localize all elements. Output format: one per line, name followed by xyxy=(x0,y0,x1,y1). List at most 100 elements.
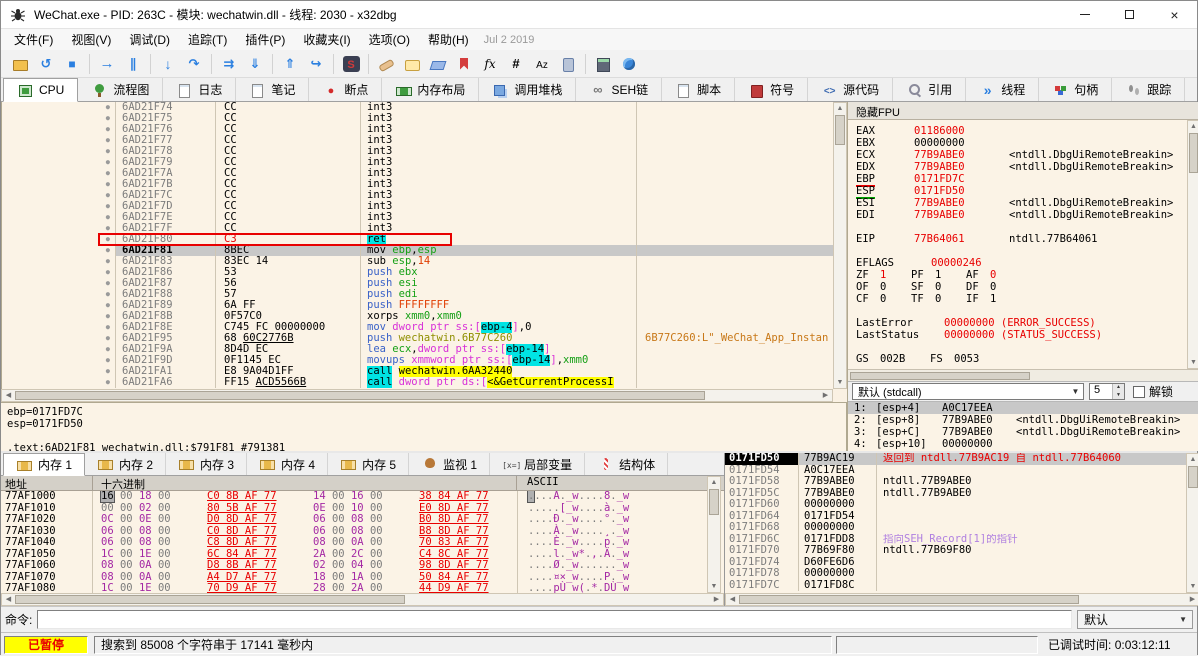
register-row[interactable]: OF0SF0DF0 xyxy=(848,281,1187,293)
bookmark-button[interactable] xyxy=(451,53,477,75)
breakpoint-dot-icon[interactable]: ● xyxy=(2,168,116,179)
stack-row[interactable]: 0171FD5877B9ABE0ntdll.77B9ABE0 xyxy=(725,476,1186,488)
tab-dump-3[interactable]: 内存 3 xyxy=(166,453,247,475)
menu-item-O[interactable]: 选项(O) xyxy=(360,31,419,49)
stack-row[interactable]: 0171FD6000000000 xyxy=(725,499,1186,511)
tab-locals[interactable]: 局部变量 xyxy=(490,453,585,475)
register-row[interactable]: EDI77B9ABE0<ntdll.DbgUiRemoteBreakin> xyxy=(848,209,1187,221)
breakpoint-dot-icon[interactable]: ● xyxy=(2,201,116,212)
register-row[interactable]: ECX77B9ABE0<ntdll.DbgUiRemoteBreakin> xyxy=(848,149,1187,161)
maximize-button[interactable] xyxy=(1107,1,1152,28)
hide-fpu-button[interactable]: 隐藏FPU xyxy=(848,102,1198,120)
stack-vscrollbar[interactable]: ▲ ▼ xyxy=(1186,453,1198,593)
tab-notes[interactable]: 笔记 xyxy=(236,78,309,101)
breakpoint-dot-icon[interactable]: ● xyxy=(2,245,116,256)
breakpoint-dot-icon[interactable]: ● xyxy=(2,267,116,278)
disassembly-vscrollbar[interactable]: ▲ ▼ xyxy=(833,102,847,389)
breakpoint-dot-icon[interactable]: ● xyxy=(2,333,116,344)
stack-row[interactable]: 0171FD640171FD54 xyxy=(725,511,1186,523)
stack-row[interactable]: 0171FD54A0C17EEA xyxy=(725,465,1186,477)
spin-up-icon[interactable]: ▲ xyxy=(1113,384,1124,392)
tab-script[interactable]: 脚本 xyxy=(662,78,735,101)
breakpoint-dot-icon[interactable]: ● xyxy=(2,212,116,223)
breakpoint-dot-icon[interactable]: ● xyxy=(2,366,116,377)
breakpoint-dot-icon[interactable]: ● xyxy=(2,223,116,234)
run-button[interactable] xyxy=(94,53,120,75)
breakpoint-dot-icon[interactable]: ● xyxy=(2,135,116,146)
step-over-button[interactable] xyxy=(181,53,207,75)
minimize-button[interactable] xyxy=(1062,1,1107,28)
tab-memory-map[interactable]: 内存布局 xyxy=(382,78,479,101)
calling-convention-select[interactable]: 默认 (stdcall) ▼ xyxy=(852,383,1084,400)
tab-trace[interactable]: 跟踪 xyxy=(1112,78,1185,101)
breakpoint-dot-icon[interactable]: ● xyxy=(2,355,116,366)
breakpoint-dot-icon[interactable]: ● xyxy=(2,146,116,157)
register-row[interactable] xyxy=(848,305,1187,317)
dump-hscrollbar[interactable]: ◀ ▶ xyxy=(1,593,724,606)
tab-symbols[interactable]: 符号 xyxy=(735,78,808,101)
attach-button[interactable] xyxy=(555,53,581,75)
breakpoint-dot-icon[interactable]: ● xyxy=(2,124,116,135)
breakpoint-dot-icon[interactable]: ● xyxy=(2,300,116,311)
stack-row[interactable]: 0171FD7C0171FD8C xyxy=(725,580,1186,592)
close-button[interactable]: × xyxy=(1152,1,1197,28)
breakpoint-dot-icon[interactable]: ● xyxy=(2,179,116,190)
breakpoint-dot-icon[interactable]: ● xyxy=(2,377,116,388)
register-row[interactable]: LastError00000000 (ERROR_SUCCESS) xyxy=(848,317,1187,329)
strings-button[interactable] xyxy=(529,53,555,75)
menu-item-H[interactable]: 帮助(H) xyxy=(419,31,478,49)
breakpoint-dot-icon[interactable]: ● xyxy=(2,190,116,201)
tab-source[interactable]: 源代码 xyxy=(808,78,893,101)
stack-row[interactable]: 0171FD7800000000 xyxy=(725,568,1186,580)
unlock-checkbox[interactable] xyxy=(1133,386,1145,398)
breakpoint-dot-icon[interactable]: ● xyxy=(2,344,116,355)
stack-row[interactable]: 0171FD6C0171FDD8指向SEH_Record[1]的指针 xyxy=(725,534,1186,546)
argument-row[interactable]: 2:[esp+8]77B9ABE0<ntdll.DbgUiRemoteBreak… xyxy=(848,414,1198,426)
register-row[interactable]: ESI77B9ABE0<ntdll.DbgUiRemoteBreakin> xyxy=(848,197,1187,209)
stack-hscrollbar[interactable]: ◀ ▶ xyxy=(725,593,1198,606)
tab-dump-2[interactable]: 内存 2 xyxy=(85,453,166,475)
comment-button[interactable] xyxy=(399,53,425,75)
animate-into-button[interactable] xyxy=(216,53,242,75)
stop-button[interactable] xyxy=(59,53,85,75)
registers-vscrollbar[interactable]: ▲ ▼ xyxy=(1187,120,1198,369)
tab-seh[interactable]: SEH链 xyxy=(576,78,662,101)
tab-log[interactable]: 日志 xyxy=(163,78,236,101)
tab-call-stack[interactable]: 调用堆栈 xyxy=(479,78,576,101)
menu-item-V[interactable]: 视图(V) xyxy=(62,31,120,49)
register-row[interactable] xyxy=(848,221,1187,233)
patch-button[interactable] xyxy=(373,53,399,75)
register-row[interactable]: LastStatus00000000 (STATUS_SUCCESS) xyxy=(848,329,1187,341)
command-input[interactable] xyxy=(37,610,1072,629)
register-row[interactable]: EBP0171FD7C xyxy=(848,173,1187,185)
stack-row[interactable]: 0171FD6800000000 xyxy=(725,522,1186,534)
run-to-user-code-button[interactable] xyxy=(303,53,329,75)
register-row[interactable]: ZF1PF1AF0 xyxy=(848,269,1187,281)
register-row[interactable]: GS002BFS0053 xyxy=(848,353,1187,365)
tab-dump-4[interactable]: 内存 4 xyxy=(247,453,328,475)
dump-vscrollbar[interactable]: ▲ ▼ xyxy=(707,476,721,593)
tab-watch-1[interactable]: 监视 1 xyxy=(409,453,490,475)
register-row[interactable] xyxy=(848,341,1187,353)
tab-handles[interactable]: 句柄 xyxy=(1039,78,1112,101)
breakpoint-dot-icon[interactable]: ● xyxy=(2,234,116,245)
register-row[interactable]: EBX00000000 xyxy=(848,137,1187,149)
function-button[interactable] xyxy=(477,53,503,75)
disassembly-hscrollbar[interactable]: ◀ ▶ xyxy=(1,389,833,402)
breakpoint-dot-icon[interactable]: ● xyxy=(2,278,116,289)
hash-button[interactable] xyxy=(503,53,529,75)
stack-row[interactable]: 0171FD7077B69F80ntdll.77B69F80 xyxy=(725,545,1186,557)
label-button[interactable] xyxy=(425,53,451,75)
register-row[interactable]: EAX01186000 xyxy=(848,125,1187,137)
menu-item-I[interactable]: 收藏夹(I) xyxy=(294,31,359,49)
tab-references[interactable]: 引用 xyxy=(893,78,966,101)
pause-button[interactable] xyxy=(120,53,146,75)
tab-cpu[interactable]: CPU xyxy=(3,78,78,102)
stack-row[interactable]: 0171FD5077B9AC19返回到 ntdll.77B9AC19 自 ntd… xyxy=(725,453,1186,465)
command-profile-select[interactable]: 默认 ▼ xyxy=(1077,610,1193,629)
stack-row[interactable]: 0171FD74D60FE6D6 xyxy=(725,557,1186,569)
register-row[interactable]: EIP77B64061ntdll.77B64061 xyxy=(848,233,1187,245)
trace-into-button[interactable] xyxy=(242,53,268,75)
breakpoint-dot-icon[interactable]: ● xyxy=(2,256,116,267)
register-row[interactable]: CF0TF0IF1 xyxy=(848,293,1187,305)
